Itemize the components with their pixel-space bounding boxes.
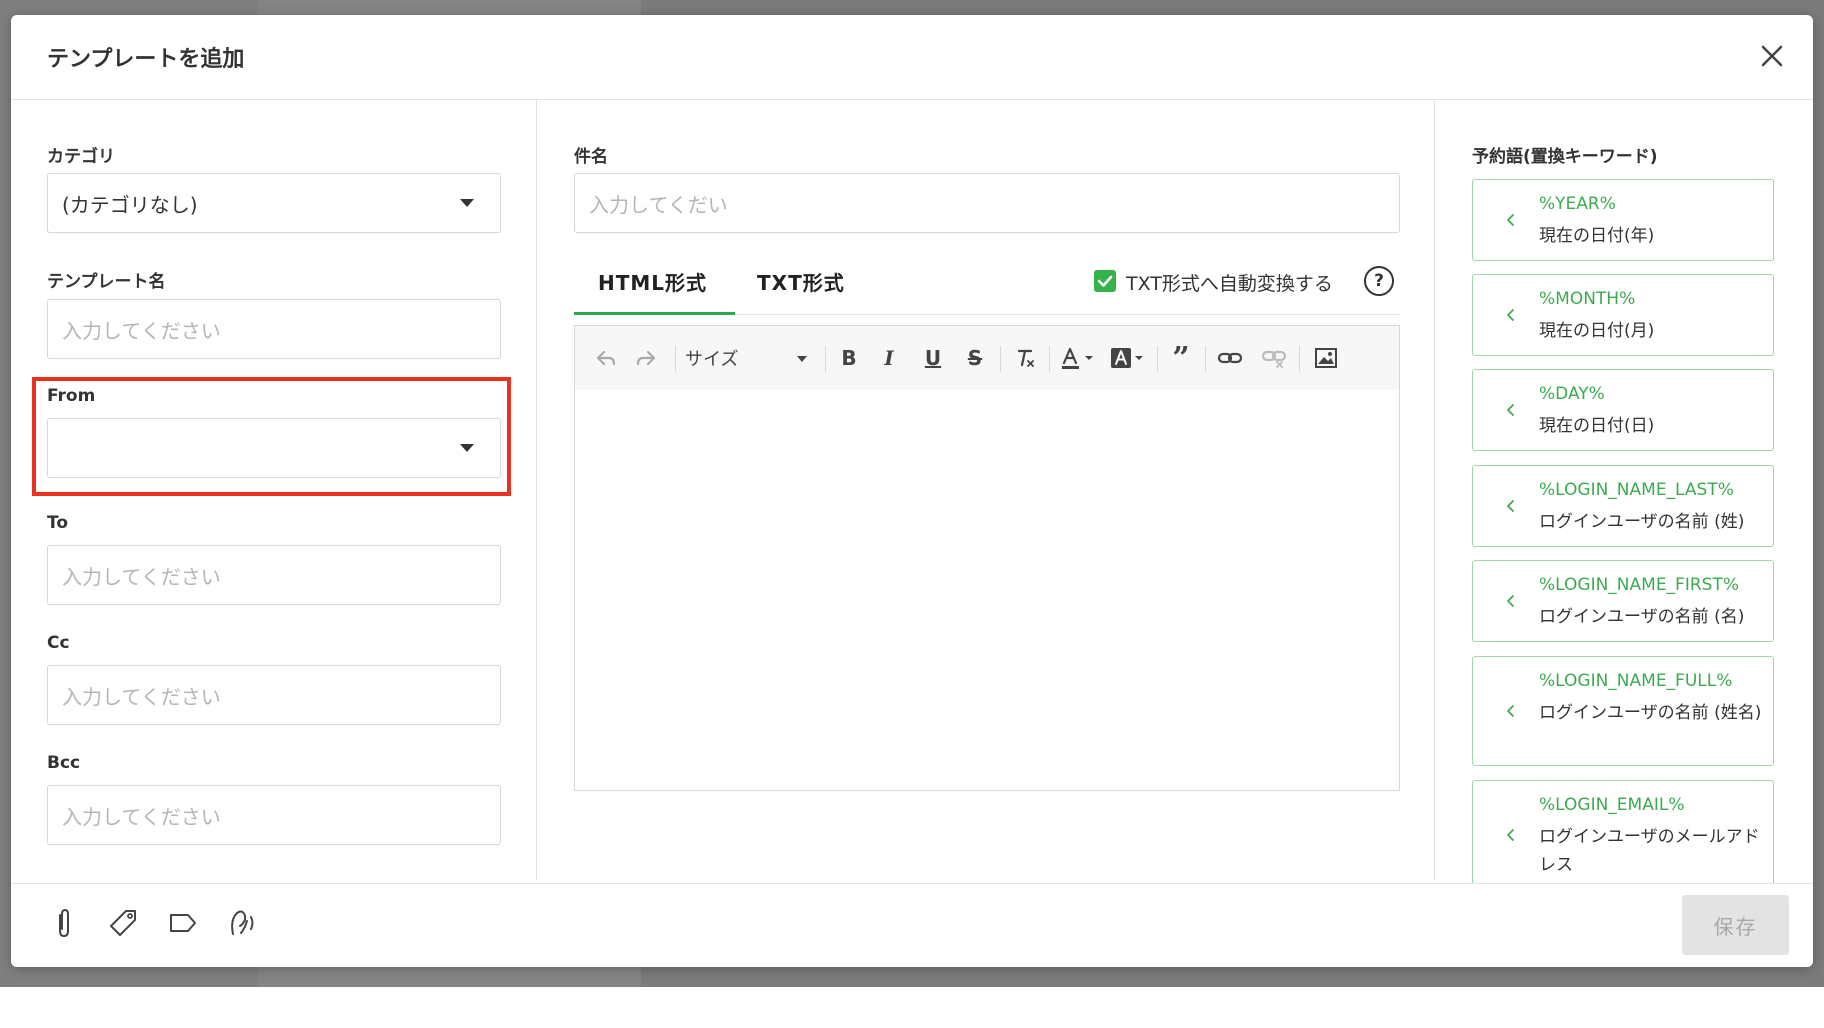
keyword-code: %LOGIN_NAME_LAST% [1539, 480, 1734, 500]
font-size-select[interactable]: サイズ [685, 326, 815, 390]
close-icon[interactable] [1757, 41, 1787, 71]
keyword-description: ログインユーザの名前 (姓名) [1539, 703, 1762, 723]
template-name-placeholder: 入力してください [62, 318, 221, 343]
to-label: To [47, 513, 69, 533]
bcc-label: Bcc [47, 753, 81, 773]
tab-html[interactable]: HTML形式 [598, 267, 707, 296]
keyword-item-day[interactable]: %DAY% 現在の日付(日) [1472, 369, 1774, 451]
signature-icon[interactable] [225, 906, 259, 940]
background-color-icon[interactable] [1105, 326, 1153, 390]
bcc-input[interactable]: 入力してください [47, 785, 501, 845]
keyword-description: ログインユーザの名前 (姓) [1539, 512, 1745, 532]
template-name-label: テンプレート名 [47, 272, 166, 292]
redo-icon[interactable] [629, 326, 663, 390]
keyword-item-login-email[interactable]: %LOGIN_EMAIL% ログインユーザのメールアドレス [1472, 780, 1774, 890]
keyword-item-login-name-full[interactable]: %LOGIN_NAME_FULL% ログインユーザの名前 (姓名) [1472, 656, 1774, 766]
tag-icon[interactable] [106, 906, 140, 940]
modal-header: テンプレートを追加 [11, 15, 1813, 100]
keyword-description: 現在の日付(月) [1539, 321, 1655, 341]
chevron-left-icon [1507, 309, 1514, 321]
font-size-label: サイズ [685, 349, 739, 370]
chevron-down-icon [460, 199, 474, 207]
category-label: カテゴリ [47, 147, 115, 167]
tab-txt[interactable]: TXT形式 [757, 267, 845, 296]
keyword-code: %LOGIN_NAME_FULL% [1539, 671, 1733, 691]
to-placeholder: 入力してください [62, 564, 221, 589]
chevron-left-icon [1507, 595, 1514, 607]
auto-convert-label: TXT形式へ自動変換する [1126, 273, 1333, 295]
chevron-left-icon [1507, 214, 1514, 226]
modal-footer: 保存 [11, 883, 1813, 967]
left-column-divider [536, 100, 537, 880]
keyword-code: %MONTH% [1539, 289, 1636, 309]
keyword-description: 現在の日付(年) [1539, 226, 1655, 246]
keyword-description: ログインユーザのメールアドレス [1539, 827, 1760, 875]
subject-placeholder: 入力してくだい [589, 192, 728, 217]
category-value: (カテゴリなし) [62, 192, 198, 217]
keyword-description: ログインユーザの名前 (名) [1539, 607, 1745, 627]
keyword-item-year[interactable]: %YEAR% 現在の日付(年) [1472, 179, 1774, 261]
toolbar-separator [825, 346, 826, 372]
chevron-left-icon [1507, 705, 1514, 717]
chevron-down-icon [797, 356, 807, 362]
keyword-code: %LOGIN_EMAIL% [1539, 795, 1685, 815]
italic-icon[interactable]: I [871, 326, 907, 390]
toolbar-separator [1049, 346, 1050, 372]
editor-toolbar: サイズ B I U S ” [575, 326, 1399, 391]
help-icon[interactable]: ? [1364, 266, 1394, 296]
add-template-modal: テンプレートを追加 カテゴリ (カテゴリなし) テンプレート名 入力してください… [11, 15, 1813, 967]
chevron-down-icon [460, 444, 474, 452]
toolbar-separator [1000, 346, 1001, 372]
subject-label: 件名 [574, 147, 608, 167]
cc-placeholder: 入力してください [62, 684, 221, 709]
keyword-item-login-name-last[interactable]: %LOGIN_NAME_LAST% ログインユーザの名前 (姓) [1472, 465, 1774, 547]
chevron-left-icon [1507, 829, 1514, 841]
right-column-divider [1434, 100, 1435, 880]
checkmark-icon [1097, 275, 1113, 287]
active-tab-indicator [574, 312, 735, 315]
from-label: From [47, 386, 96, 406]
undo-icon[interactable] [589, 326, 623, 390]
toolbar-separator [1205, 346, 1206, 372]
keyword-code: %DAY% [1539, 384, 1605, 404]
quote-icon[interactable]: ” [1163, 326, 1199, 390]
auto-convert-checkbox[interactable] [1094, 270, 1116, 292]
rich-text-editor: サイズ B I U S ” [574, 325, 1400, 791]
category-select[interactable]: (カテゴリなし) [47, 173, 501, 233]
clear-format-icon[interactable] [1007, 326, 1043, 390]
template-name-input[interactable]: 入力してください [47, 299, 501, 359]
save-button[interactable]: 保存 [1682, 895, 1789, 955]
toolbar-separator [1299, 346, 1300, 372]
modal-title: テンプレートを追加 [47, 47, 245, 72]
bcc-placeholder: 入力してください [62, 804, 221, 829]
keyword-item-login-name-first[interactable]: %LOGIN_NAME_FIRST% ログインユーザの名前 (名) [1472, 560, 1774, 642]
cc-label: Cc [47, 633, 70, 653]
chevron-left-icon [1507, 500, 1514, 512]
editor-content-area[interactable] [575, 390, 1399, 790]
image-icon[interactable] [1307, 326, 1345, 390]
text-color-icon[interactable] [1055, 326, 1103, 390]
from-select[interactable] [47, 418, 501, 478]
bold-icon[interactable]: B [831, 326, 867, 390]
keyword-description: 現在の日付(日) [1539, 416, 1655, 436]
toolbar-separator [675, 346, 676, 372]
keyword-item-month[interactable]: %MONTH% 現在の日付(月) [1472, 274, 1774, 356]
keyword-code: %LOGIN_NAME_FIRST% [1539, 575, 1739, 595]
paperclip-icon[interactable] [47, 906, 81, 940]
cc-input[interactable]: 入力してください [47, 665, 501, 725]
toolbar-separator [1157, 346, 1158, 372]
link-icon[interactable] [1211, 326, 1249, 390]
chevron-left-icon [1507, 404, 1514, 416]
to-input[interactable]: 入力してください [47, 545, 501, 605]
unlink-icon[interactable] [1255, 326, 1293, 390]
keyword-code: %YEAR% [1539, 194, 1616, 214]
subject-input[interactable]: 入力してくだい [574, 173, 1400, 233]
underline-icon[interactable]: U [915, 326, 951, 390]
strikethrough-icon[interactable]: S [957, 326, 993, 390]
keywords-title: 予約語(置換キーワード) [1472, 147, 1658, 167]
label-icon[interactable] [166, 906, 200, 940]
